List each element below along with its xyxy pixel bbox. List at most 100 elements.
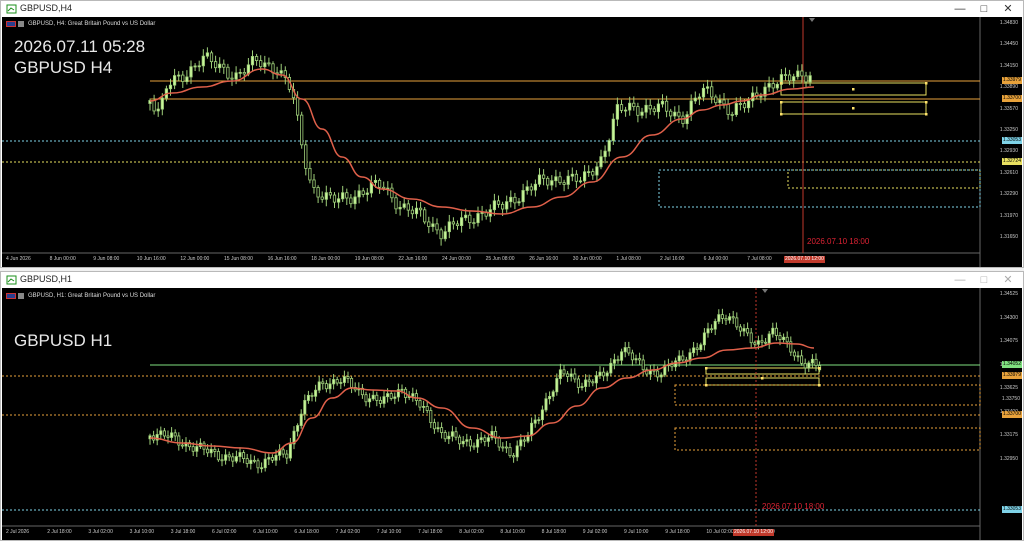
candle-body xyxy=(632,102,636,108)
moving-average-line xyxy=(149,342,815,454)
candle-body xyxy=(242,452,246,460)
candle-body xyxy=(324,192,328,200)
h1-title-bar[interactable]: GBPUSD,H1 — □ ✕ xyxy=(1,272,1023,288)
candle-body xyxy=(328,192,333,196)
rect-handle xyxy=(705,384,708,387)
rect-handle xyxy=(852,107,855,110)
candle-body xyxy=(792,76,796,82)
candle-body xyxy=(771,327,775,335)
function-icon xyxy=(18,21,24,27)
candle-body xyxy=(209,52,214,63)
candle-body xyxy=(505,201,509,210)
candle-body xyxy=(810,358,814,364)
candle-body xyxy=(357,190,361,198)
candle-body xyxy=(749,332,753,344)
candle-body xyxy=(429,410,433,424)
time-axis-label: 6 Jul 18:00 xyxy=(294,529,319,535)
candle-body xyxy=(546,177,550,186)
upper-zone-rect xyxy=(705,367,820,375)
candle-body xyxy=(342,376,346,383)
candle-body xyxy=(304,144,308,169)
candle-body xyxy=(519,439,523,447)
candle-body xyxy=(279,70,283,74)
candle-body xyxy=(250,56,255,66)
candle-body xyxy=(605,372,609,377)
maximize-icon[interactable]: □ xyxy=(973,272,995,288)
candle-body xyxy=(689,100,693,116)
rect-handle xyxy=(925,113,928,116)
h1-vline-time-tag: 2026.07.10 12:00 xyxy=(733,529,774,536)
candle-body xyxy=(573,373,577,380)
price-tag: 1.33979 xyxy=(1001,372,1022,379)
candle-body xyxy=(234,72,238,80)
candle-body xyxy=(263,62,267,68)
candle-body xyxy=(306,394,310,401)
h4-title-bar[interactable]: GBPUSD,H4 — □ ✕ xyxy=(1,1,1023,17)
candle-body xyxy=(785,336,789,343)
candle-body xyxy=(587,379,591,383)
maximize-icon[interactable]: □ xyxy=(973,1,995,17)
candle-body xyxy=(447,435,451,440)
h1-candles-svg[interactable] xyxy=(2,288,1022,540)
rect-handle xyxy=(780,113,783,116)
price-axis-label: 1.32930 xyxy=(999,148,1018,155)
price-tag: 1.33979 xyxy=(1001,77,1022,84)
price-tag: 1.34052 xyxy=(1001,361,1022,368)
candle-body xyxy=(551,391,555,397)
candle-body xyxy=(612,359,616,364)
candle-body xyxy=(393,396,397,399)
candle-body xyxy=(439,229,443,240)
candle-body xyxy=(728,316,732,321)
close-icon[interactable]: ✕ xyxy=(997,1,1019,17)
candle-body xyxy=(558,176,562,184)
time-axis-label: 2 Jul 16:00 xyxy=(660,256,685,262)
candle-body xyxy=(177,435,181,446)
chart-window-icon xyxy=(6,4,17,14)
candle-body xyxy=(807,362,811,369)
candle-body xyxy=(193,65,197,68)
h4-chart-window[interactable]: GBPUSD,H4 — □ ✕ GBPUSD, H4: Great Britai… xyxy=(0,0,1024,268)
candle-body xyxy=(764,341,768,344)
candle-body xyxy=(753,342,757,345)
price-axis-label: 1.34300 xyxy=(999,314,1018,321)
time-axis-label: 3 Jul 10:00 xyxy=(129,529,155,535)
rect-handle xyxy=(818,367,821,370)
candle-body xyxy=(638,358,642,361)
minimize-icon[interactable]: — xyxy=(949,1,971,17)
candle-body xyxy=(555,378,559,393)
time-axis-label: 6 Jul 00:00 xyxy=(703,256,729,262)
candle-body xyxy=(209,448,213,454)
time-axis-label: 2 Jul 2026 xyxy=(6,529,30,535)
candle-body xyxy=(540,409,544,421)
h4-candles-svg[interactable] xyxy=(2,17,1022,267)
candle-body xyxy=(714,96,718,104)
shift-marker xyxy=(809,18,815,22)
candle-body xyxy=(180,444,184,447)
candle-body xyxy=(670,364,674,368)
minimize-icon[interactable]: — xyxy=(949,272,971,288)
candle-body xyxy=(542,174,546,179)
close-icon[interactable]: ✕ xyxy=(997,272,1019,288)
price-tag: 1.33700 xyxy=(1001,95,1022,102)
candle-body xyxy=(238,452,242,457)
candle-body xyxy=(336,198,341,203)
candle-body xyxy=(299,413,303,426)
candle-body xyxy=(747,100,751,109)
h4-symbol-header: GBPUSD, H4: Great Britain Pound vs US Do… xyxy=(28,21,156,27)
time-axis-label: 10 Jul 02:00 xyxy=(706,529,734,535)
price-axis-label: 1.33250 xyxy=(999,127,1018,133)
candle-body xyxy=(447,221,451,233)
candle-body xyxy=(170,432,174,438)
h4-vline-time-tag: 2026.07.10 12:00 xyxy=(784,256,825,263)
h4-datetime: 2026.07.11 05:28 xyxy=(14,37,146,56)
candle-body xyxy=(267,457,271,460)
h1-chart-window[interactable]: GBPUSD,H1 — □ ✕ GBPUSD, H1: Great Britai… xyxy=(0,271,1024,541)
h1-chart-area[interactable]: GBPUSD, H1: Great Britain Pound vs US Do… xyxy=(2,288,1022,540)
candle-body xyxy=(648,104,652,110)
candle-body xyxy=(195,446,199,452)
h4-chart-area[interactable]: GBPUSD, H4: Great Britain Pound vs US Do… xyxy=(2,17,1022,267)
candle-body xyxy=(500,203,505,210)
candle-body xyxy=(595,166,599,176)
candle-body xyxy=(782,336,786,340)
candle-body xyxy=(295,97,300,116)
